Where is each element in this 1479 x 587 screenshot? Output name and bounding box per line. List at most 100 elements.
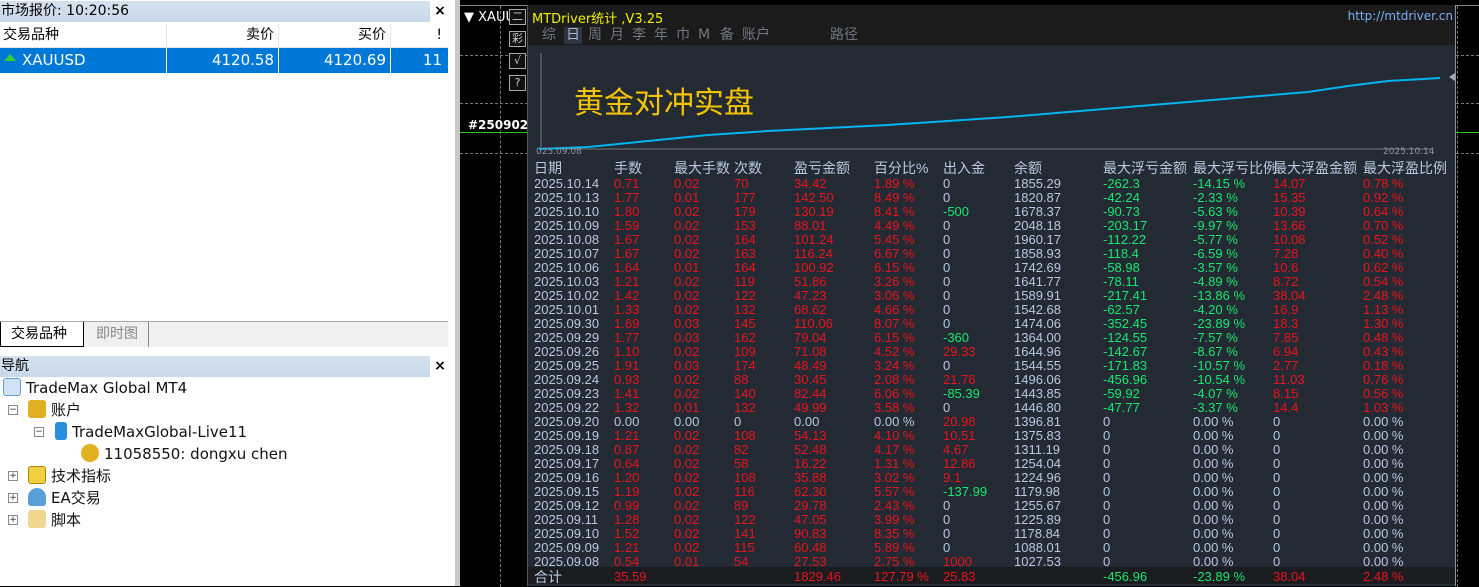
table-cell: -217.41 — [1103, 288, 1148, 303]
up-arrow-icon — [4, 54, 16, 61]
mtdriver-tab[interactable]: 综 — [542, 27, 556, 44]
table-cell: 122 — [734, 512, 756, 527]
collapse-icon[interactable]: − — [34, 427, 44, 437]
table-cell: 4.52 % — [874, 344, 915, 359]
tree-label: EA交易 — [51, 489, 101, 507]
mtdriver-tab[interactable]: 年 — [654, 27, 668, 44]
tab-tick-chart[interactable]: 即时图 — [86, 322, 149, 347]
table-cell: 7.28 — [1273, 246, 1299, 261]
table-cell: 0 — [943, 302, 951, 317]
tree-accounts[interactable]: 账户 — [28, 400, 81, 420]
table-cell: 1311.19 — [1014, 442, 1061, 457]
table-cell: 0 — [1103, 512, 1111, 527]
mtdriver-tab[interactable]: 备 — [720, 27, 734, 44]
table-cell: -13.86 % — [1193, 288, 1246, 303]
tab-symbols[interactable]: 交易品种 — [0, 322, 84, 347]
column-header: 日期 — [534, 160, 562, 176]
table-cell: 0.02 — [674, 288, 700, 303]
table-cell: 27.53 — [794, 554, 827, 569]
mtdriver-tab[interactable]: 日 — [564, 27, 582, 44]
table-cell: 1678.37 — [1014, 204, 1061, 219]
server-icon — [55, 422, 67, 440]
table-cell: 6.67 % — [874, 246, 915, 261]
table-cell: 0.00 % — [1363, 456, 1404, 471]
collapse-icon[interactable]: − — [8, 405, 18, 415]
column-symbol[interactable]: 交易品种 — [3, 23, 59, 48]
table-cell: 0 — [943, 288, 951, 303]
table-cell: 2025.09.17 — [534, 456, 600, 471]
column-header: 百分比% — [874, 160, 929, 176]
table-cell: -9.97 % — [1193, 218, 1238, 233]
chart-symbol-label[interactable]: ▼ XAUU — [464, 10, 515, 25]
table-cell: 30.45 — [794, 372, 827, 387]
column-header: 出入金 — [943, 160, 985, 176]
column-header: 手数 — [614, 160, 642, 176]
table-cell: 164 — [734, 260, 756, 275]
tree-scripts[interactable]: 脚本 — [28, 510, 81, 530]
table-cell: 0.00 — [674, 414, 700, 429]
expand-icon[interactable]: + — [8, 471, 18, 481]
table-cell: 1.33 — [614, 302, 640, 317]
column-spread[interactable]: ! — [390, 23, 448, 48]
table-cell: 1.67 — [614, 232, 640, 247]
table-cell: 1375.83 — [1014, 428, 1061, 443]
help-button[interactable]: ? — [509, 75, 526, 91]
table-cell: 88 — [734, 372, 749, 387]
navigator-close-button[interactable]: × — [430, 356, 450, 377]
column-header: 最大手数 — [674, 160, 730, 176]
tree-label: 11058550: dongxu chen — [104, 445, 288, 463]
table-cell: -203.17 — [1103, 218, 1148, 233]
column-header: 最大浮盈比例 — [1363, 160, 1447, 176]
mtdriver-tab[interactable]: 路径 — [830, 27, 858, 44]
table-cell: 0.01 — [674, 554, 700, 569]
table-cell: 8.15 — [1273, 386, 1299, 401]
tree-server[interactable]: TradeMaxGlobal-Live11 — [55, 422, 247, 442]
table-cell: 54 — [734, 554, 749, 569]
tree-expert-advisors[interactable]: EA交易 — [28, 488, 101, 508]
expand-icon[interactable]: + — [8, 493, 18, 503]
table-cell: 2025.09.18 — [534, 442, 600, 457]
market-watch-close-button[interactable]: × — [430, 1, 450, 22]
table-cell: 2025.10.03 — [534, 274, 600, 289]
table-cell: 0 — [1273, 512, 1281, 527]
table-cell: 132 — [734, 302, 756, 317]
mtdriver-tab[interactable]: 李 — [632, 27, 646, 44]
table-cell: 0.02 — [674, 498, 700, 513]
column-bid[interactable]: 卖价 — [166, 23, 278, 48]
table-cell: 0.87 — [614, 442, 640, 457]
table-cell: 16.9 — [1273, 302, 1299, 317]
table-cell: 14.4 — [1273, 400, 1299, 415]
expand-icon[interactable]: + — [8, 515, 18, 525]
check-button[interactable]: √ — [509, 53, 526, 69]
table-cell: 1544.55 — [1014, 358, 1061, 373]
user-icon — [81, 444, 99, 462]
terminal-icon — [3, 378, 21, 396]
table-cell: 0.02 — [674, 302, 700, 317]
mtdriver-tab[interactable]: 周 — [588, 27, 602, 44]
mtdriver-tab[interactable]: M — [698, 27, 710, 44]
mtdriver-tab[interactable]: 巾 — [676, 27, 690, 44]
column-ask[interactable]: 买价 — [278, 23, 390, 48]
table-cell: 2025.09.30 — [534, 316, 600, 331]
table-cell: 2025.10.14 — [534, 176, 600, 191]
color-button[interactable]: 彩 — [509, 31, 526, 47]
table-cell: 0.00 % — [1363, 554, 1404, 569]
minimize-button[interactable]: 二 — [509, 9, 526, 25]
table-cell: 0.02 — [674, 218, 700, 233]
symbol-row-xauusd[interactable]: XAUUSD 4120.58 4120.69 11 — [0, 48, 448, 73]
mtdriver-tab[interactable]: 月 — [610, 27, 624, 44]
mtdriver-url-link[interactable]: http://mtdriver.cn — [1348, 9, 1453, 23]
table-cell: -262.3 — [1103, 176, 1140, 191]
table-cell: 0 — [1103, 442, 1111, 457]
table-cell: 0.01 — [674, 400, 700, 415]
table-cell: 1443.85 — [1014, 386, 1061, 401]
tree-terminal[interactable]: TradeMax Global MT4 — [3, 378, 187, 398]
tree-account-user[interactable]: 11058550: dongxu chen — [81, 444, 288, 464]
table-cell: 0.99 — [614, 498, 640, 513]
table-cell: 2025.09.10 — [534, 526, 600, 541]
mtdriver-tab[interactable]: 账户 — [742, 27, 770, 44]
table-cell: 0 — [943, 176, 951, 191]
tree-indicators[interactable]: 技术指标 — [28, 466, 111, 486]
table-cell: -4.07 % — [1193, 386, 1238, 401]
table-cell: 0 — [943, 400, 951, 415]
